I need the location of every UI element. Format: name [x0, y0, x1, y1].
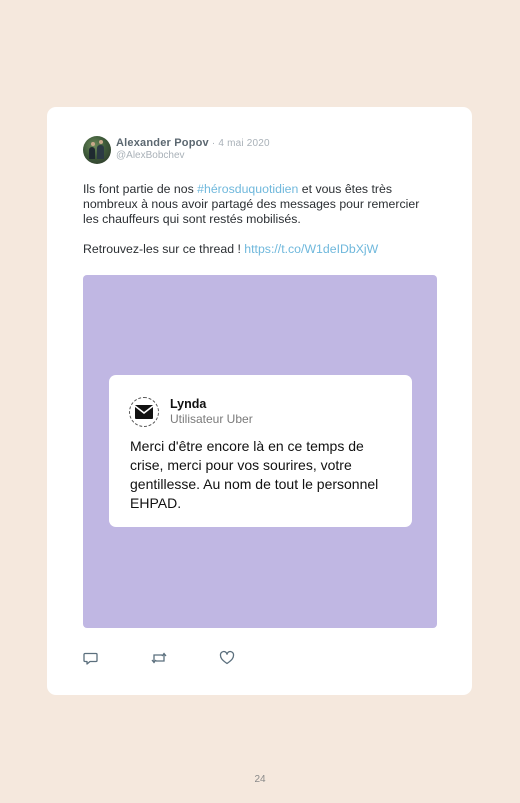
tweet-card: Alexander Popov · 4 mai 2020 @AlexBobche… [47, 107, 472, 695]
thread-link[interactable]: https://t.co/W1deIDbXjW [244, 242, 378, 256]
tweet-text-part3: Retrouvez-les sur ce thread ! [83, 242, 245, 256]
author-name-line: Alexander Popov · 4 mai 2020 [116, 137, 270, 149]
message-author-role: Utilisateur Uber [170, 412, 253, 426]
retweet-icon[interactable] [150, 650, 167, 666]
hashtag-link[interactable]: #hérosduquotidien [197, 182, 298, 196]
tweet-date: · 4 mai 2020 [208, 138, 270, 149]
envelope-icon [129, 397, 159, 427]
tweet-text-part1: Ils font partie de nos [83, 182, 198, 196]
author-name[interactable]: Alexander Popov [116, 137, 209, 149]
tweet-text: Ils font partie de nos #hérosduquotidien… [83, 182, 433, 257]
author-avatar[interactable] [83, 136, 111, 164]
message-card: Lynda Utilisateur Uber Merci d'être enco… [109, 375, 412, 527]
tweet-actions [83, 650, 283, 668]
tweet-media-image[interactable]: Lynda Utilisateur Uber Merci d'être enco… [83, 275, 437, 628]
author-handle[interactable]: @AlexBobchev [116, 150, 185, 161]
page-number: 24 [254, 774, 266, 785]
like-icon[interactable] [219, 650, 235, 666]
reply-icon[interactable] [83, 650, 99, 666]
message-body: Merci d'être encore là en ce temps de cr… [130, 438, 379, 511]
message-author-name: Lynda [170, 397, 207, 411]
